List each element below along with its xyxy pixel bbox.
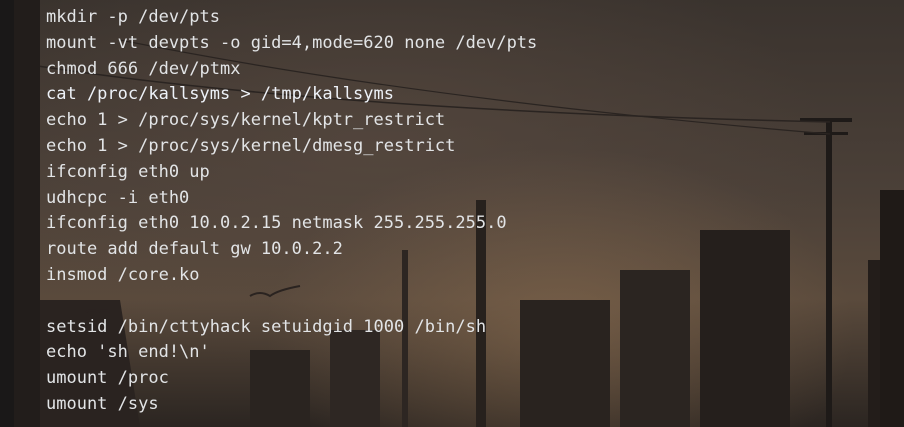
code-line[interactable] (46, 289, 537, 315)
code-line-selected[interactable]: cat /proc/kallsyms > /tmp/kallsyms (41, 82, 537, 108)
code-line-text: echo 1 > /proc/sys/kernel/kptr_restrict (46, 110, 446, 131)
code-line-text: umount /proc (46, 368, 169, 389)
code-line-text: ifconfig eth0 up (46, 161, 210, 182)
editor-gutter (0, 0, 14, 427)
code-line[interactable]: ifconfig eth0 10.0.2.15 netmask 255.255.… (46, 211, 537, 237)
code-line-text: cat /proc/kallsyms > /tmp/kallsyms (46, 84, 394, 105)
code-line-text: echo 'sh end!\n' (46, 342, 210, 363)
code-line-text: ifconfig eth0 10.0.2.15 netmask 255.255.… (46, 213, 507, 234)
code-line[interactable]: udhcpc -i eth0 (46, 186, 537, 212)
code-line-text: mkdir -p /dev/pts (46, 7, 220, 27)
code-line[interactable]: mount -vt devpts -o gid=4,mode=620 none … (46, 31, 537, 57)
code-line-text: umount /sys (46, 393, 159, 414)
code-line[interactable]: insmod /core.ko (46, 263, 537, 289)
code-line[interactable]: ifconfig eth0 up (46, 160, 537, 186)
code-line[interactable]: umount /proc (46, 366, 537, 392)
code-line-text: setsid /bin/cttyhack setuidgid 1000 /bin… (46, 316, 487, 337)
code-line[interactable]: mkdir -p /dev/pts (46, 5, 537, 31)
code-line-text: echo 1 > /proc/sys/kernel/dmesg_restrict (46, 135, 456, 156)
code-line[interactable]: echo 'sh end!\n' (46, 340, 537, 366)
code-line-text: mount -vt devpts -o gid=4,mode=620 none … (46, 32, 538, 53)
code-line[interactable]: chmod 666 /dev/ptmx (46, 57, 537, 83)
code-line-text: route add default gw 10.0.2.2 (46, 239, 343, 260)
code-line[interactable]: route add default gw 10.0.2.2 (46, 237, 537, 263)
code-line[interactable]: echo 1 > /proc/sys/kernel/kptr_restrict (46, 108, 537, 134)
code-line-text: chmod 666 /dev/ptmx (46, 58, 241, 79)
code-line[interactable]: umount /sys (46, 392, 537, 418)
code-lines[interactable]: mkdir -p /dev/pts mount -vt devpts -o gid… (41, 5, 537, 418)
code-editor[interactable]: mkdir -p /dev/pts mount -vt devpts -o gid… (0, 0, 904, 427)
code-line[interactable]: setsid /bin/cttyhack setuidgid 1000 /bin… (46, 315, 537, 341)
code-line-text: udhcpc -i eth0 (46, 187, 190, 208)
code-line-text: insmod /core.ko (46, 264, 200, 285)
code-line[interactable]: echo 1 > /proc/sys/kernel/dmesg_restrict (46, 134, 537, 160)
